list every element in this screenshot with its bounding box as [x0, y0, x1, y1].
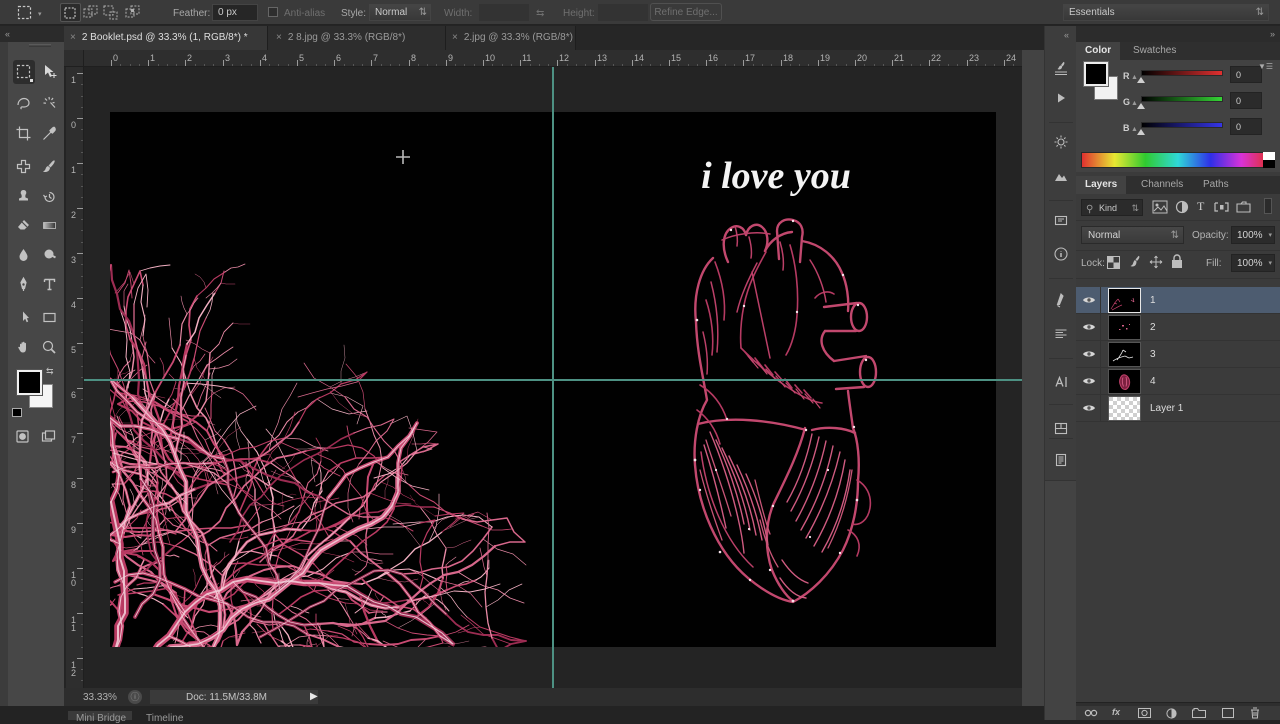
svg-text:i love you: i love you [701, 155, 851, 197]
